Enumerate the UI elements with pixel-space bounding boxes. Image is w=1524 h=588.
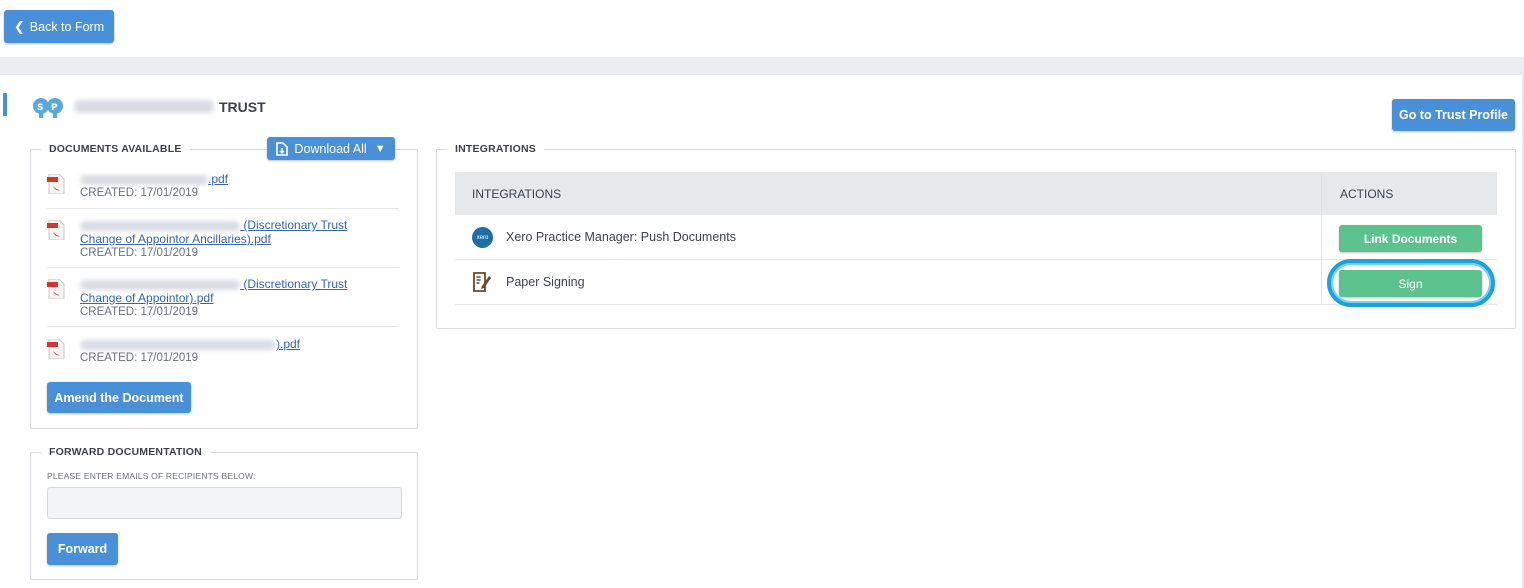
trust-entity-icon: S P (33, 98, 63, 118)
entity-name-redacted (74, 100, 214, 113)
pdf-file-icon (47, 339, 65, 359)
download-all-button[interactable]: Download All ▼ (267, 137, 395, 160)
column-header-integrations: INTEGRATIONS (472, 187, 562, 201)
title-accent-bar (3, 93, 7, 116)
forward-legend: FORWARD DOCUMENTATION (41, 446, 210, 458)
xero-icon: xero (472, 227, 493, 248)
column-header-actions: ACTIONS (1340, 187, 1394, 201)
redacted-text (80, 279, 240, 290)
forward-button[interactable]: Forward (47, 533, 118, 565)
document-link[interactable]: .pdf (80, 172, 228, 186)
integrations-table-header: INTEGRATIONS ACTIONS (455, 172, 1497, 215)
document-link[interactable]: (Discretionary Trust Change of Appointor… (80, 218, 347, 246)
redacted-text (80, 174, 208, 185)
document-item: ).pdf CREATED: 17/01/2019 (47, 337, 399, 367)
document-created-date: CREATED: 17/01/2019 (80, 306, 199, 318)
document-item: (Discretionary Trust Change of Appointor… (47, 218, 399, 268)
sign-highlight-ring (1327, 259, 1495, 307)
entity-title: TRUST (219, 99, 266, 115)
document-link[interactable]: (Discretionary Trust Change of Appointor… (80, 277, 347, 305)
integration-name: Xero Practice Manager: Push Documents (506, 230, 736, 244)
go-to-trust-profile-button[interactable]: Go to Trust Profile (1392, 99, 1515, 131)
amend-document-button[interactable]: Amend the Document (47, 382, 191, 413)
integrations-legend: INTEGRATIONS (447, 143, 544, 155)
paper-signing-icon (473, 272, 491, 292)
pdf-file-icon (47, 220, 65, 240)
back-to-form-label: Back to Form (29, 19, 105, 34)
documents-legend: DOCUMENTS AVAILABLE (41, 143, 190, 155)
download-all-label: Download All (294, 141, 367, 156)
download-file-icon (276, 141, 289, 156)
chevron-down-icon: ▼ (374, 142, 386, 155)
link-documents-button[interactable]: Link Documents (1339, 225, 1482, 252)
header-divider (0, 57, 1524, 75)
document-item: .pdf CREATED: 17/01/2019 (47, 172, 399, 209)
pdf-file-icon (47, 174, 65, 194)
document-created-date: CREATED: 17/01/2019 (80, 187, 199, 199)
integration-name: Paper Signing (506, 275, 585, 289)
document-created-date: CREATED: 17/01/2019 (80, 352, 199, 364)
back-to-form-button[interactable]: ❮ Back to Form (4, 10, 114, 43)
document-link[interactable]: ).pdf (80, 337, 300, 351)
svg-text:P: P (51, 103, 58, 113)
redacted-text (80, 339, 276, 350)
document-item: (Discretionary Trust Change of Appointor… (47, 277, 399, 327)
svg-text:S: S (37, 103, 43, 113)
column-divider (1321, 172, 1322, 305)
redacted-text (80, 220, 240, 231)
document-created-date: CREATED: 17/01/2019 (80, 247, 199, 259)
pdf-file-icon (47, 279, 65, 299)
recipient-emails-input[interactable] (47, 487, 402, 519)
recipients-label: PLEASE ENTER EMAILS OF RECIPIENTS BELOW: (47, 471, 256, 481)
chevron-left-icon: ❮ (13, 18, 25, 34)
